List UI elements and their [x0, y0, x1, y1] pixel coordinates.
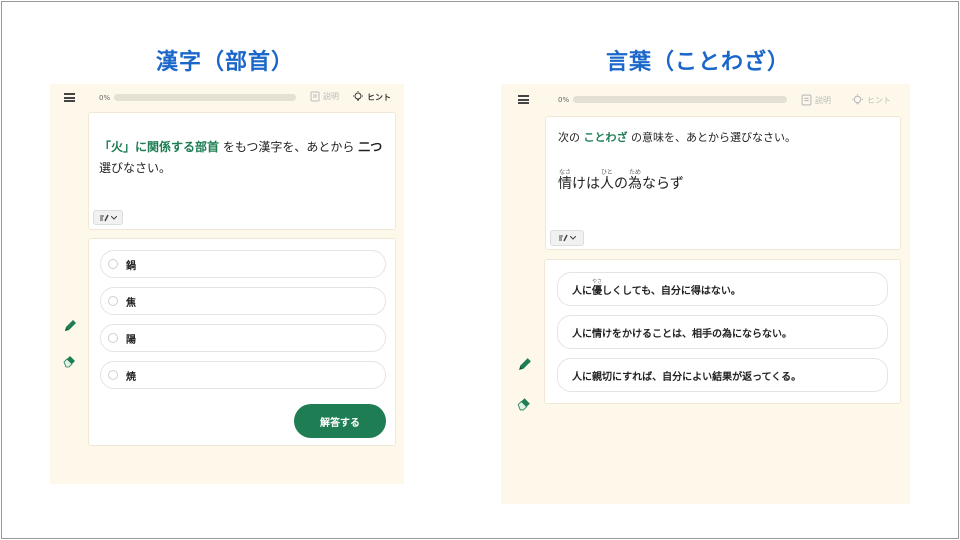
option-3[interactable]: 焼 [100, 361, 386, 389]
progress-percent: 0% [558, 96, 570, 104]
memo-icon [310, 91, 320, 102]
right-heading: 言葉（ことわざ） [606, 50, 791, 75]
pencil-icon[interactable] [62, 318, 78, 334]
bulb-icon [353, 91, 363, 101]
memo-icon [99, 214, 109, 221]
radio-button[interactable] [108, 333, 118, 343]
left-topbar: 0% 説明 ヒント [50, 84, 404, 112]
pencil-icon[interactable] [516, 356, 533, 373]
menu-icon[interactable] [64, 93, 75, 102]
bulb-icon [852, 94, 863, 105]
radio-button[interactable] [108, 370, 118, 380]
hint-button[interactable]: ヒント [352, 91, 391, 103]
chevron-down-icon [569, 236, 576, 240]
memo-toggle-button[interactable] [550, 230, 584, 246]
question-text: 次の ことわざ の意味を、あとから選びなさい。 [558, 131, 796, 144]
memo-icon [801, 94, 812, 106]
memo-icon [558, 234, 568, 242]
option-2[interactable]: 陽 [100, 324, 386, 352]
right-quiz-panel: 0% 説明 ヒント 次の ことわざ の意味を、あとから選びなさい。 なさ ひと … [501, 84, 910, 504]
right-topbar: 0% 説明 ヒント [501, 84, 910, 116]
options-card: 鍋 焦 陽 焼 解答する [88, 238, 396, 446]
memo-toggle-button[interactable] [93, 210, 123, 225]
question-card: 次の ことわざ の意味を、あとから選びなさい。 なさ ひと ため 情けは人の為な… [545, 116, 901, 250]
chevron-down-icon [110, 215, 117, 220]
explanation-button[interactable]: 説明 [801, 94, 831, 106]
question-card: 「火」に関係する部首 をもつ漢字を、あとから 二つ 選びなさい。 [88, 112, 396, 230]
left-quiz-panel: 0% 説明 ヒント 「火」に関係する部首 をもつ漢字を、あとから 二つ 選びなさ… [50, 84, 404, 484]
eraser-icon[interactable] [516, 394, 533, 411]
hint-button[interactable]: ヒント [851, 94, 891, 107]
option-0[interactable]: 鍋 [100, 250, 386, 278]
radio-button[interactable] [108, 259, 118, 269]
progress-bar [573, 96, 787, 103]
option-2[interactable]: 人に親切にすれば、自分によい結果が返ってくる。 [557, 358, 888, 392]
radio-button[interactable] [108, 296, 118, 306]
explanation-button[interactable]: 説明 [310, 91, 339, 102]
question-text: 「火」に関係する部首 をもつ漢字を、あとから 二つ 選びなさい。 [99, 140, 383, 175]
menu-icon[interactable] [518, 95, 529, 104]
progress-percent: 0% [99, 94, 111, 102]
left-heading: 漢字（部首） [156, 50, 295, 75]
eraser-icon[interactable] [62, 352, 78, 368]
option-1[interactable]: 人に情けをかけることは、相手の為にならない。 [557, 315, 888, 349]
progress-bar [114, 94, 296, 101]
proverb-text: なさ ひと ため 情けは人の為ならず [558, 169, 684, 192]
submit-answer-button[interactable]: 解答する [294, 404, 386, 438]
option-1[interactable]: 焦 [100, 287, 386, 315]
options-card: 人に やさ 優しくしても、自分に得はない。 人に情けをかけることは、相手の為にならな… [544, 259, 901, 404]
option-0[interactable]: 人に やさ 優しくしても、自分に得はない。 [557, 272, 888, 306]
